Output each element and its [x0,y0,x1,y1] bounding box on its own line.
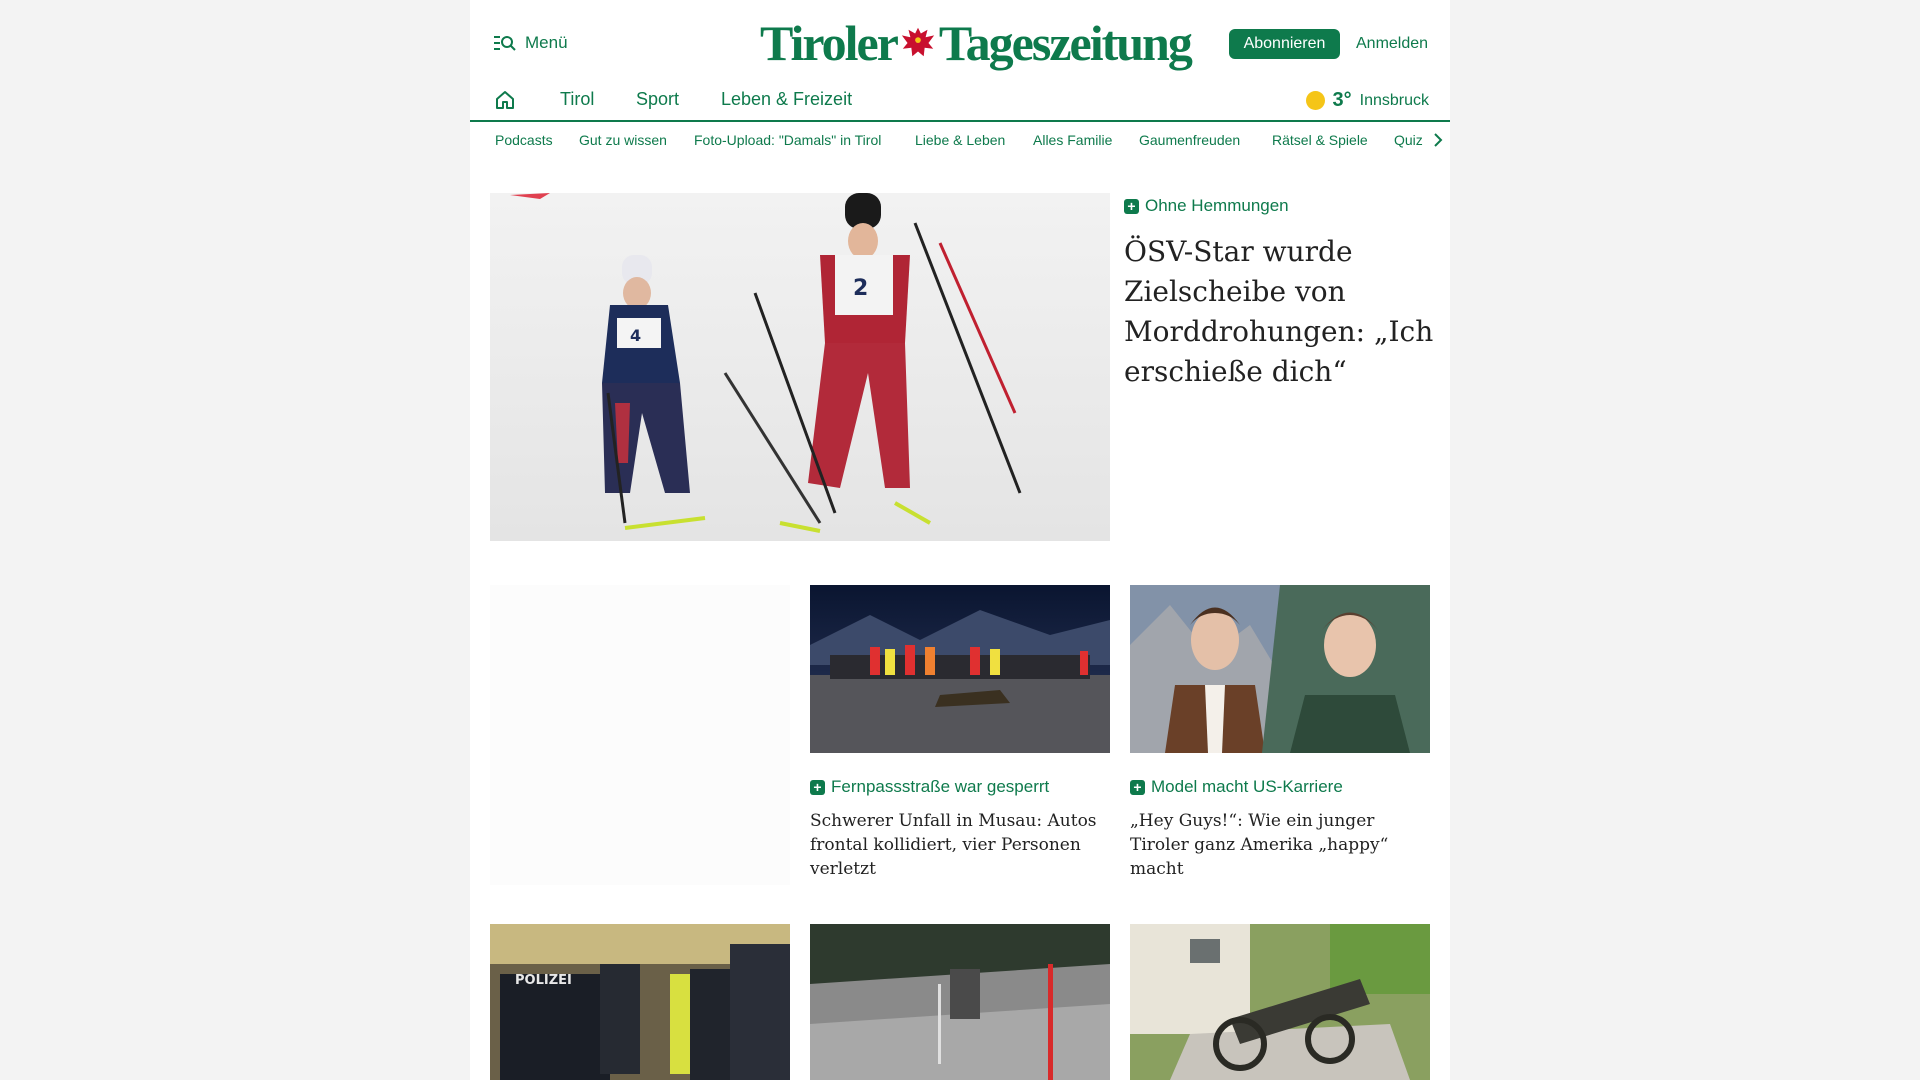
plus-badge-icon: + [1124,198,1139,214]
subnav-item-raetsel-spiele[interactable]: Rätsel & Spiele [1272,132,1368,148]
card-kicker-text: Model macht US-Karriere [1151,777,1343,796]
card-headline-unfall[interactable]: Schwerer Unfall in Musau: Autos frontal … [810,809,1110,881]
logo-text-right: Tageszeitung [938,15,1193,71]
hero-photo-skiers: 4 2 [490,193,1110,541]
plus-badge-icon: + [810,779,825,795]
login-link[interactable]: Anmelden [1356,35,1428,53]
card-image-unfall[interactable] [810,585,1110,753]
hero-kicker-text: Ohne Hemmungen [1145,196,1289,215]
site-logo[interactable]: Tiroler Tageszeitung [760,14,1193,72]
bib-number-right: 2 [853,276,868,301]
subscribe-button[interactable]: Abonnieren [1229,29,1340,59]
card-headline-model[interactable]: „Hey Guys!“: Wie ein junger Tiroler ganz… [1130,809,1430,881]
photo-model-collage [1130,585,1430,753]
photo-accident-night [810,585,1110,753]
subnav-item-alles-familie[interactable]: Alles Familie [1033,132,1112,148]
card-image-polizei[interactable]: POLIZEI [490,924,790,1080]
subnav-item-foto-upload[interactable]: Foto-Upload: "Damals" in Tirol [694,132,881,148]
page: Menü Tiroler Tageszeitung Abonnieren Anm… [470,0,1450,1080]
nav-item-tirol[interactable]: Tirol [560,89,594,110]
main-navigation: Tirol Sport Leben & Freizeit 3° Innsbruc… [470,80,1450,122]
card-image-model[interactable] [1130,585,1430,753]
bib-number-left: 4 [630,326,641,345]
subnav-item-gut-zu-wissen[interactable]: Gut zu wissen [579,132,667,148]
menu-button[interactable]: Menü [493,33,568,53]
plus-badge-icon: + [1130,779,1145,795]
subnav-item-gaumenfreuden[interactable]: Gaumenfreuden [1139,132,1240,148]
card-kicker-unfall[interactable]: + Fernpassstraße war gesperrt [810,777,1049,797]
card-image-road[interactable] [810,924,1110,1080]
subnav-item-quiz[interactable]: Quiz [1394,132,1423,148]
photo-road-barrier [810,924,1110,1080]
hero-image[interactable]: 4 2 [490,193,1110,541]
ad-placeholder [490,585,790,885]
card-kicker-text: Fernpassstraße war gesperrt [831,777,1050,796]
chevron-right-icon[interactable] [1433,132,1443,148]
photo-cannon [1130,924,1430,1080]
card-kicker-model[interactable]: + Model macht US-Karriere [1130,777,1343,797]
home-icon [496,91,514,109]
weather-temperature: 3° [1332,89,1352,111]
home-link[interactable] [494,89,516,116]
weather-widget[interactable]: 3° Innsbruck [1305,89,1429,112]
nav-item-leben-freizeit[interactable]: Leben & Freizeit [721,89,852,110]
tyrolean-eagle-icon [901,27,935,57]
hero-headline[interactable]: ÖSV-Star wurde Zielscheibe von Morddrohu… [1124,232,1434,392]
logo-text-left: Tiroler [760,15,899,71]
photo-overlay-text: POLIZEI [515,973,572,988]
photo-police: POLIZEI [490,924,790,1080]
hero-kicker[interactable]: + Ohne Hemmungen [1124,196,1289,216]
sun-icon [1305,91,1325,110]
sub-navigation: Podcasts Gut zu wissen Foto-Upload: "Dam… [470,130,1450,154]
subnav-item-liebe-leben[interactable]: Liebe & Leben [915,132,1005,148]
nav-item-sport[interactable]: Sport [636,89,679,110]
menu-search-icon [494,36,516,51]
menu-label: Menü [525,33,568,52]
weather-city: Innsbruck [1359,91,1429,109]
card-image-cannon[interactable] [1130,924,1430,1080]
subnav-item-podcasts[interactable]: Podcasts [495,132,553,148]
